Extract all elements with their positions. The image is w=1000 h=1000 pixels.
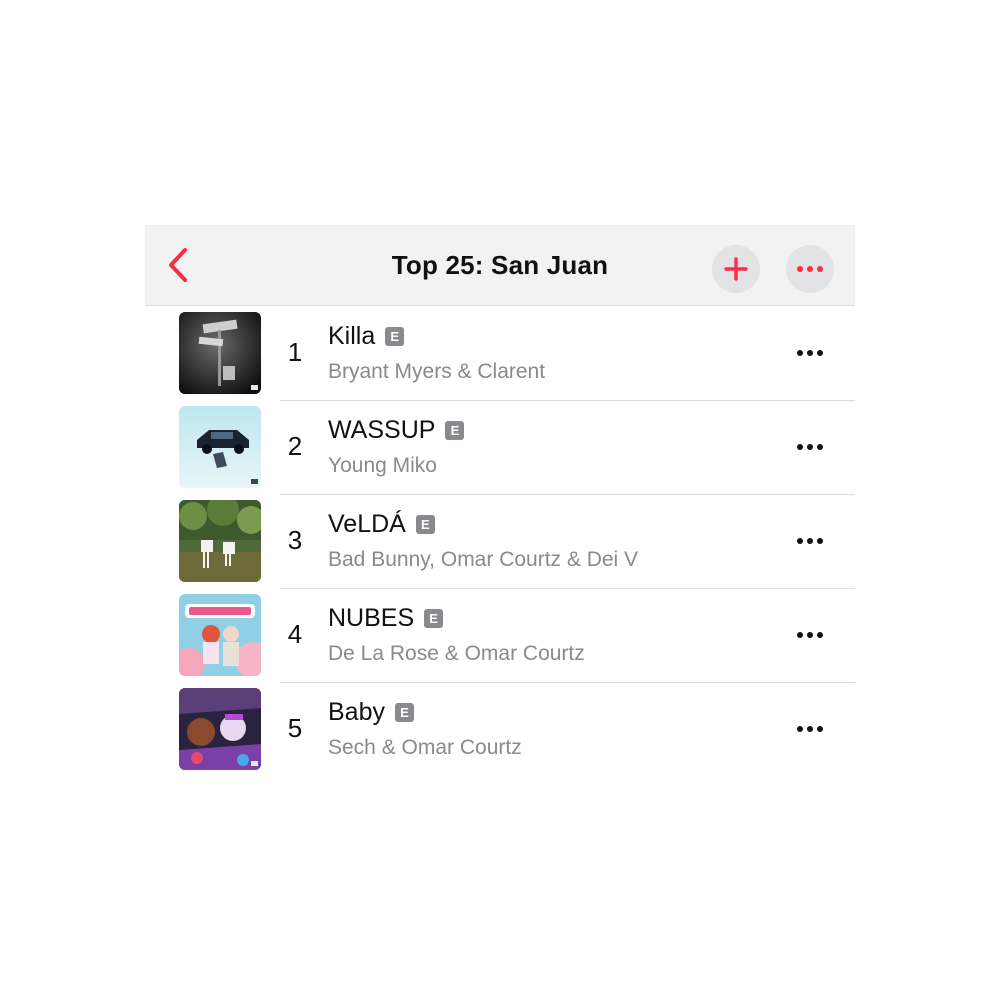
navigation-bar: Top 25: San Juan (145, 225, 855, 306)
song-row[interactable]: 2 WASSUP E Young Miko (145, 401, 855, 495)
song-row[interactable]: 3 VeLDÁ E Bad Bunny, Omar Courtz & Dei V (145, 495, 855, 589)
artist-name: Bryant Myers & Clarent (328, 360, 546, 383)
song-options-button[interactable] (790, 621, 830, 649)
artist-name: Young Miko (328, 454, 437, 477)
album-artwork (179, 312, 261, 394)
song-title: Killa (328, 322, 376, 350)
song-title: Baby (328, 698, 385, 726)
song-row[interactable]: 5 Baby E Sech & Omar Courtz (145, 683, 855, 777)
chart-rank: 4 (287, 619, 303, 649)
song-list: 1 Killa E Bryant Myers & Clarent 2 WASSU… (145, 307, 855, 777)
chart-rank: 1 (287, 337, 303, 367)
song-options-button[interactable] (790, 715, 830, 743)
explicit-badge: E (415, 515, 435, 534)
explicit-badge: E (385, 327, 405, 346)
ellipsis-icon (797, 444, 823, 450)
song-title: NUBES (328, 604, 415, 632)
song-row[interactable]: 4 NUBES E De La Rose & Omar Courtz (145, 589, 855, 683)
ellipsis-icon (797, 538, 823, 544)
song-options-button[interactable] (790, 433, 830, 461)
music-chart-screen: Top 25: San Juan 1 Killa E Bryant Myers … (145, 225, 855, 785)
explicit-badge: E (424, 609, 444, 628)
add-button[interactable] (712, 245, 760, 293)
chart-rank: 3 (287, 525, 303, 555)
song-title: VeLDÁ (328, 510, 406, 538)
chart-rank: 5 (287, 713, 303, 743)
album-artwork (179, 406, 261, 488)
song-row[interactable]: 1 Killa E Bryant Myers & Clarent (145, 307, 855, 401)
song-title: WASSUP (328, 416, 436, 444)
more-options-button[interactable] (786, 245, 834, 293)
artist-name: De La Rose & Omar Courtz (328, 642, 585, 665)
album-artwork (179, 500, 261, 582)
artist-name: Sech & Omar Courtz (328, 736, 522, 759)
album-artwork (179, 594, 261, 676)
chart-rank: 2 (287, 431, 303, 461)
plus-icon (724, 257, 748, 281)
explicit-badge: E (445, 421, 465, 440)
artist-name: Bad Bunny, Omar Courtz & Dei V (328, 548, 639, 571)
ellipsis-icon (797, 632, 823, 638)
ellipsis-icon (797, 350, 823, 356)
ellipsis-icon (797, 726, 823, 732)
ellipsis-icon (797, 266, 823, 272)
song-options-button[interactable] (790, 527, 830, 555)
explicit-badge: E (394, 703, 414, 722)
album-artwork (179, 688, 261, 770)
song-options-button[interactable] (790, 339, 830, 367)
